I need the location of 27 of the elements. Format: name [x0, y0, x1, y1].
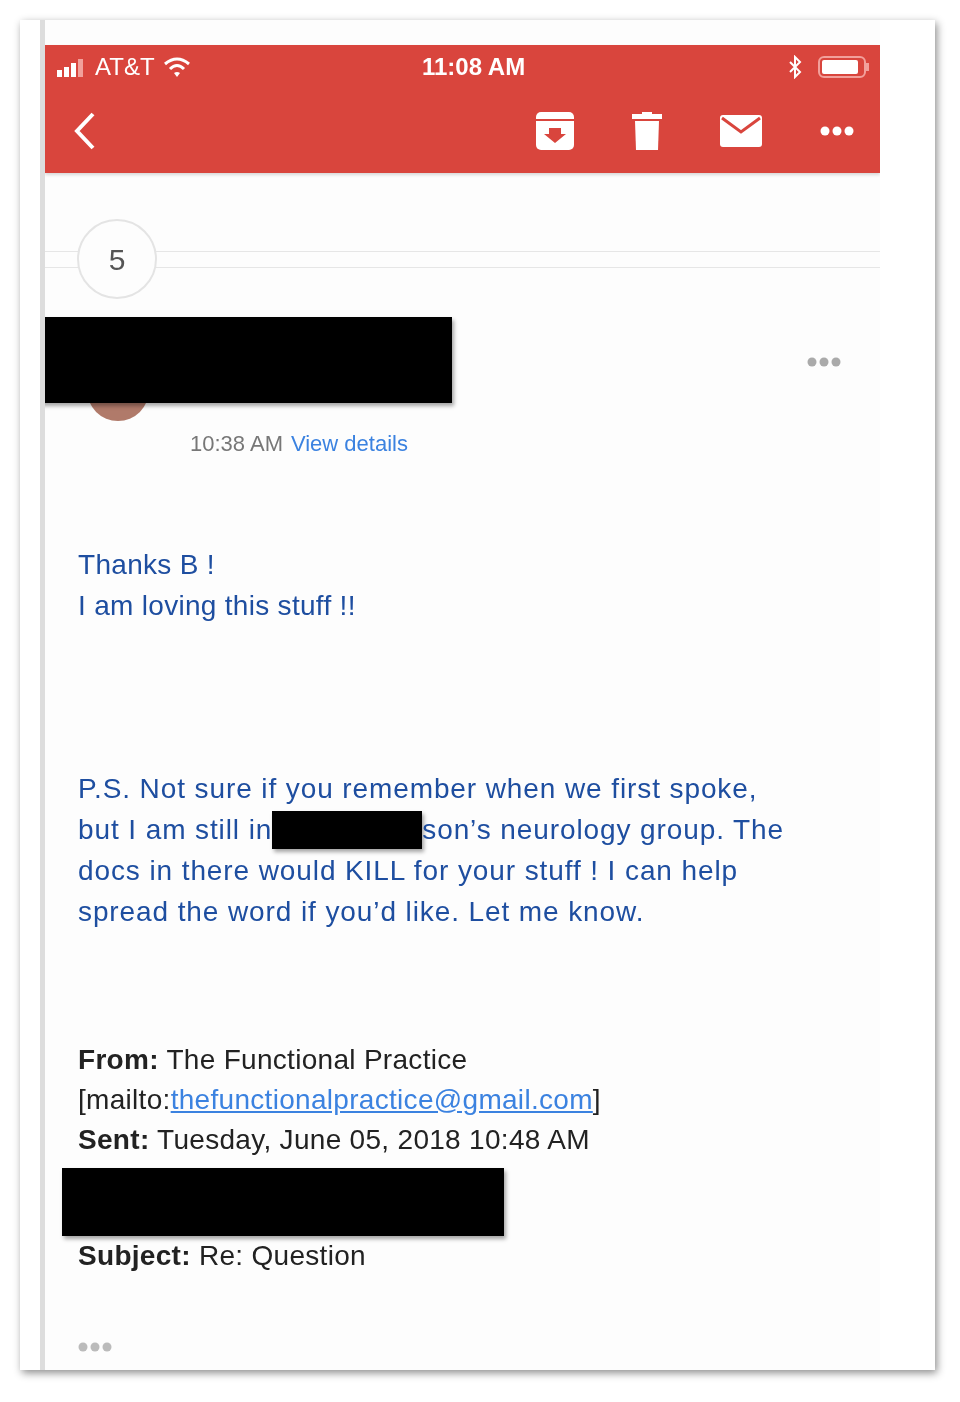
body-text: son’s neurology group. The — [422, 813, 784, 847]
body-text: but I am still in — [78, 813, 273, 847]
mailto-text: [mailto: — [78, 1084, 171, 1115]
sent-line: Sent: Tuesday, June 05, 2018 10:48 AM — [78, 1123, 591, 1157]
greeting-line: Thanks B ! — [78, 548, 216, 582]
back-button[interactable] — [73, 110, 97, 151]
wifi-icon — [162, 55, 191, 78]
greeting-line: I am loving this stuff !! — [78, 589, 357, 623]
body-text: spread the word if you’d like. Let me know. — [78, 895, 645, 929]
carrier-name: AT&T — [95, 51, 155, 82]
body-text: docs in there would KILL for your stuff ! I can help — [78, 854, 739, 888]
more-icon[interactable] — [820, 125, 854, 136]
status-time: 11:08 AM — [422, 52, 526, 80]
subject-line: Subject: Re: Question — [78, 1239, 367, 1273]
email-link[interactable]: thefunctionalpractice@gmail.com — [170, 1084, 593, 1115]
view-details-link[interactable]: View details — [290, 427, 408, 460]
battery-icon — [818, 54, 870, 79]
archive-icon[interactable] — [536, 111, 574, 150]
time-text: 10:38 AM — [190, 430, 283, 458]
from-line: From: The Functional Practice — [78, 1043, 469, 1077]
mail-icon[interactable] — [720, 114, 762, 147]
mailto-text: ] — [592, 1084, 601, 1115]
bluetooth-icon — [788, 54, 802, 79]
more-icon[interactable] — [807, 357, 841, 367]
trash-icon[interactable] — [632, 111, 662, 150]
message-count[interactable]: 5 — [77, 219, 157, 299]
body-text: P.S. Not sure if you remember when we first spoke, — [78, 772, 758, 806]
